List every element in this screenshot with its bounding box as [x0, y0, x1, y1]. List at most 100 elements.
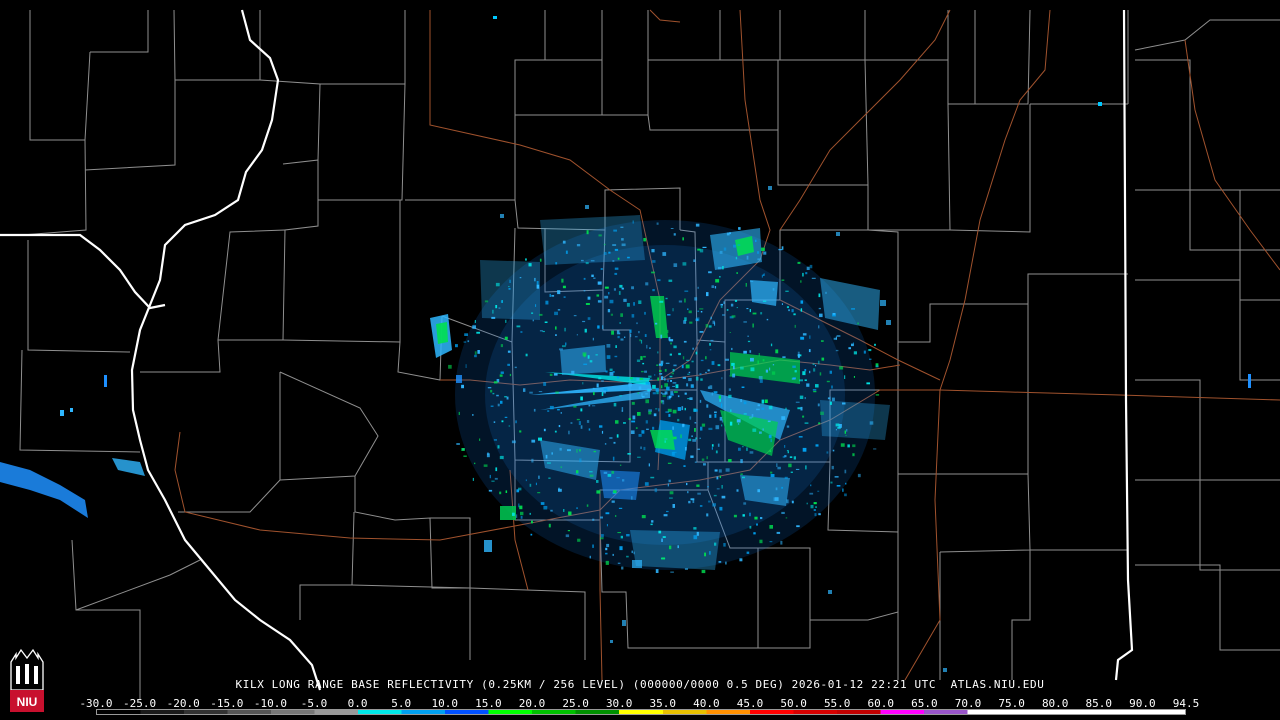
echo-speckle: [606, 524, 608, 527]
echo-speckle: [666, 510, 669, 513]
echo-speckle: [617, 257, 620, 260]
echo-speckle: [763, 251, 767, 255]
echo-speckle: [668, 479, 671, 483]
echo-speckle: [641, 393, 643, 397]
echo-speckle: [641, 370, 644, 373]
echo-speckle: [627, 453, 631, 455]
echo-speckle: [455, 344, 458, 348]
echo-speckle: [605, 552, 608, 555]
echo-speckle: [493, 439, 497, 441]
echo-speckle: [615, 420, 619, 424]
echo-speckle: [708, 271, 712, 274]
echo-speckle: [661, 376, 664, 380]
echo-speckle: [539, 313, 543, 316]
echo-speckle: [800, 336, 805, 340]
echo-speckle: [835, 423, 840, 427]
echo-speckle: [835, 429, 837, 431]
echo-speckle: [515, 514, 518, 518]
echo-speckle: [632, 220, 634, 224]
echo-speckle: [651, 520, 654, 523]
echo-speckle: [615, 515, 617, 517]
echo-speckle: [557, 290, 561, 295]
echo-speckle: [781, 279, 785, 281]
echo-speckle: [562, 345, 566, 348]
echo-speckle: [645, 381, 650, 385]
echo-speckle: [768, 405, 773, 410]
echo-speckle: [766, 318, 769, 321]
echo-speckle: [733, 366, 735, 370]
echo-speckle: [540, 502, 545, 505]
echo-speckle: [576, 470, 579, 474]
echo-speckle: [731, 315, 736, 318]
echo-speckle: [586, 420, 590, 423]
echo-speckle: [804, 422, 809, 424]
echo-speckle: [535, 304, 537, 307]
echo-speckle: [757, 404, 760, 407]
echo-speckle: [554, 430, 557, 433]
echo-speckle: [762, 359, 765, 362]
echo-speckle: [729, 232, 731, 235]
echo-speckle: [693, 527, 697, 530]
echo-speckle: [554, 311, 558, 316]
echo-speckle: [559, 447, 562, 451]
echo-speckle: [752, 428, 757, 432]
echo-speckle: [465, 364, 467, 368]
echo-speckle: [601, 430, 604, 434]
echo-speckle: [685, 447, 687, 451]
echo-speckle: [706, 456, 708, 460]
echo-speckle: [618, 507, 623, 509]
echo-speckle: [743, 413, 747, 415]
echo-speckle: [815, 444, 819, 447]
echo-speckle: [537, 492, 541, 494]
echo-speckle: [763, 273, 765, 276]
echo-speckle: [793, 456, 796, 460]
echo-speckle: [644, 334, 647, 337]
echo-speckle: [769, 541, 773, 543]
echo-speckle: [875, 365, 879, 368]
echo-speckle: [694, 422, 697, 424]
echo-speckle: [598, 377, 602, 380]
echo-speckle: [619, 546, 623, 551]
echo-speckle: [592, 544, 594, 548]
echo-speckle: [600, 516, 603, 519]
echo-speckle: [692, 499, 695, 503]
echo-speckle: [629, 377, 633, 380]
echo-speckle: [840, 443, 845, 447]
echo-speckle: [740, 399, 742, 403]
echo-speckle: [769, 450, 772, 453]
echo-speckle: [756, 523, 758, 526]
echo-speckle: [645, 420, 648, 424]
echo-speckle: [612, 244, 617, 246]
echo-speckle: [599, 425, 603, 428]
echo-speckle: [592, 387, 595, 390]
echo-speckle: [531, 520, 533, 524]
echo-speckle: [694, 461, 697, 463]
echo-speckle: [672, 504, 675, 508]
echo-speckle: [792, 365, 796, 368]
echo-speckle: [591, 274, 594, 277]
echo-speckle: [694, 297, 698, 301]
echo-speckle: [866, 382, 870, 385]
echo-speckle: [663, 514, 668, 517]
echo-speckle: [589, 474, 594, 477]
echo-speckle: [715, 425, 720, 430]
echo-speckle: [699, 331, 704, 333]
echo-speckle: [608, 251, 611, 254]
echo-speckle: [723, 301, 725, 305]
echo-speckle: [547, 410, 550, 412]
echo-speckle: [805, 465, 807, 470]
echo-speckle: [576, 418, 580, 421]
echo-speckle: [743, 502, 747, 505]
echo-speckle: [844, 469, 847, 474]
echo-speckle: [660, 360, 664, 364]
echo-speckle: [798, 436, 803, 438]
echo-speckle: [781, 511, 785, 514]
echo-speckle: [627, 256, 630, 259]
echo-speckle: [701, 569, 706, 574]
echo-speckle: [564, 327, 566, 332]
echo-speckle: [738, 227, 741, 230]
echo-speckle: [613, 490, 617, 494]
echo-speckle: [755, 239, 757, 242]
echo-speckle: [677, 418, 680, 422]
echo-speckle: [826, 451, 829, 454]
